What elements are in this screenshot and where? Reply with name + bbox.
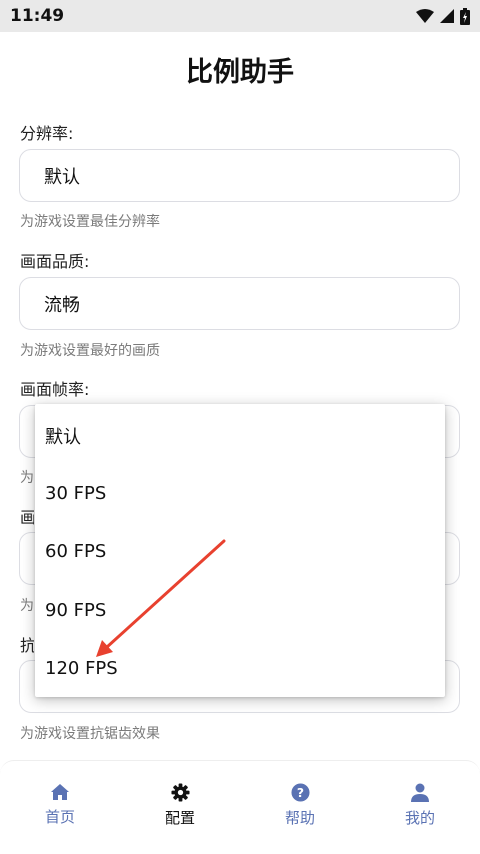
resolution-label: 分辨率: (20, 124, 74, 143)
tab-profile[interactable]: 我的 (360, 761, 480, 854)
home-icon (51, 784, 69, 800)
section4-label: 画 (20, 508, 34, 527)
option-default[interactable]: 默认 (45, 423, 81, 449)
framerate-dropdown-menu: 默认 30 FPS 60 FPS 90 FPS 120 FPS (35, 404, 445, 697)
antialias-hint: 为游戏设置抗锯齿效果 (20, 726, 160, 742)
antialias-label: 抗 (20, 636, 34, 655)
svg-text:?: ? (296, 786, 303, 800)
quality-select[interactable]: 流畅 (19, 277, 460, 330)
resolution-hint: 为游戏设置最佳分辨率 (20, 214, 160, 230)
tab-config[interactable]: 配置 (120, 761, 240, 854)
tab-help[interactable]: ? 帮助 (240, 761, 360, 854)
tab-config-label: 配置 (164, 809, 195, 827)
resolution-value: 默认 (44, 166, 80, 188)
option-120fps[interactable]: 120 FPS (45, 658, 118, 679)
quality-value: 流畅 (44, 294, 80, 316)
page-title: 比例助手 (186, 57, 294, 88)
wifi-icon (416, 9, 434, 23)
tab-help-label: 帮助 (284, 809, 315, 827)
section4-hint: 为 (20, 598, 34, 614)
user-icon (411, 783, 429, 802)
tab-profile-label: 我的 (404, 809, 435, 827)
help-icon: ? (290, 783, 310, 802)
option-60fps[interactable]: 60 FPS (45, 541, 106, 562)
gear-icon (170, 783, 190, 802)
framerate-label: 画面帧率: (20, 380, 90, 399)
system-icons (416, 7, 470, 25)
framerate-hint: 为 (20, 470, 34, 486)
option-30fps[interactable]: 30 FPS (45, 483, 106, 504)
status-bar: 11:49 (0, 0, 480, 32)
bottom-tab-bar: 首页 配置 ? 帮助 我的 (0, 760, 480, 854)
resolution-select[interactable]: 默认 (19, 149, 460, 202)
tab-home[interactable]: 首页 (0, 761, 120, 854)
battery-icon (460, 7, 470, 25)
quality-label: 画面品质: (20, 252, 90, 271)
quality-hint: 为游戏设置最好的画质 (20, 343, 160, 359)
status-time: 11:49 (10, 6, 65, 26)
tab-home-label: 首页 (44, 808, 75, 826)
option-90fps[interactable]: 90 FPS (45, 600, 106, 621)
signal-icon (440, 9, 454, 23)
